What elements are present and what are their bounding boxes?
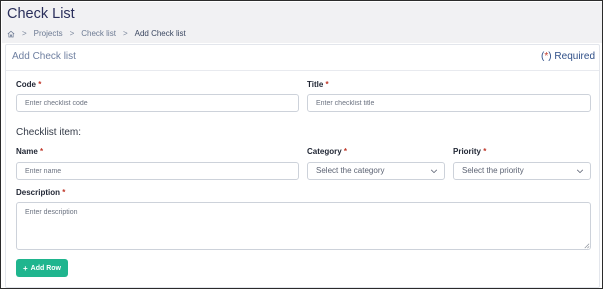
page-title: Check List	[7, 6, 75, 22]
breadcrumb: > Projects > Check list > Add Check list	[7, 29, 186, 38]
page-header: Check List > Projects > Check list > Add…	[2, 2, 602, 43]
card-header: Add Check list (*) Required	[6, 45, 599, 71]
description-textarea[interactable]	[16, 202, 591, 250]
title-label: Title *	[307, 80, 329, 89]
breadcrumb-separator: >	[22, 29, 27, 38]
priority-select[interactable]: Select the priority	[453, 162, 591, 180]
plus-icon: +	[23, 263, 28, 273]
checklist-item-section-title: Checklist item:	[16, 127, 82, 138]
name-input[interactable]	[16, 162, 299, 180]
priority-select-value: Select the priority	[462, 166, 524, 175]
add-row-button-label: Add Row	[30, 264, 61, 272]
breadcrumb-separator: >	[122, 29, 128, 38]
chevron-down-icon	[576, 167, 584, 175]
code-label: Code *	[16, 80, 42, 89]
breadcrumb-projects[interactable]: Projects	[34, 29, 63, 38]
add-row-button[interactable]: + Add Row	[16, 259, 68, 277]
title-input[interactable]	[307, 94, 591, 112]
category-select[interactable]: Select the category	[307, 162, 445, 180]
priority-label: Priority *	[453, 147, 487, 156]
required-note: (*) Required	[541, 51, 595, 62]
breadcrumb-check-list[interactable]: Check list	[81, 29, 116, 38]
card-title: Add Check list	[12, 51, 76, 62]
breadcrumb-separator: >	[69, 29, 75, 38]
category-select-value: Select the category	[316, 166, 385, 175]
category-label: Category *	[307, 147, 348, 156]
resize-grip-icon[interactable]	[583, 242, 590, 249]
home-icon[interactable]	[7, 30, 15, 38]
description-label: Description *	[16, 188, 66, 197]
code-input[interactable]	[16, 94, 299, 112]
add-checklist-card: Add Check list (*) Required Code * Title…	[5, 44, 600, 288]
chevron-down-icon	[430, 167, 438, 175]
app-frame: Check List > Projects > Check list > Add…	[0, 0, 603, 289]
breadcrumb-add-check-list: Add Check list	[134, 29, 186, 38]
name-label: Name *	[16, 147, 44, 156]
